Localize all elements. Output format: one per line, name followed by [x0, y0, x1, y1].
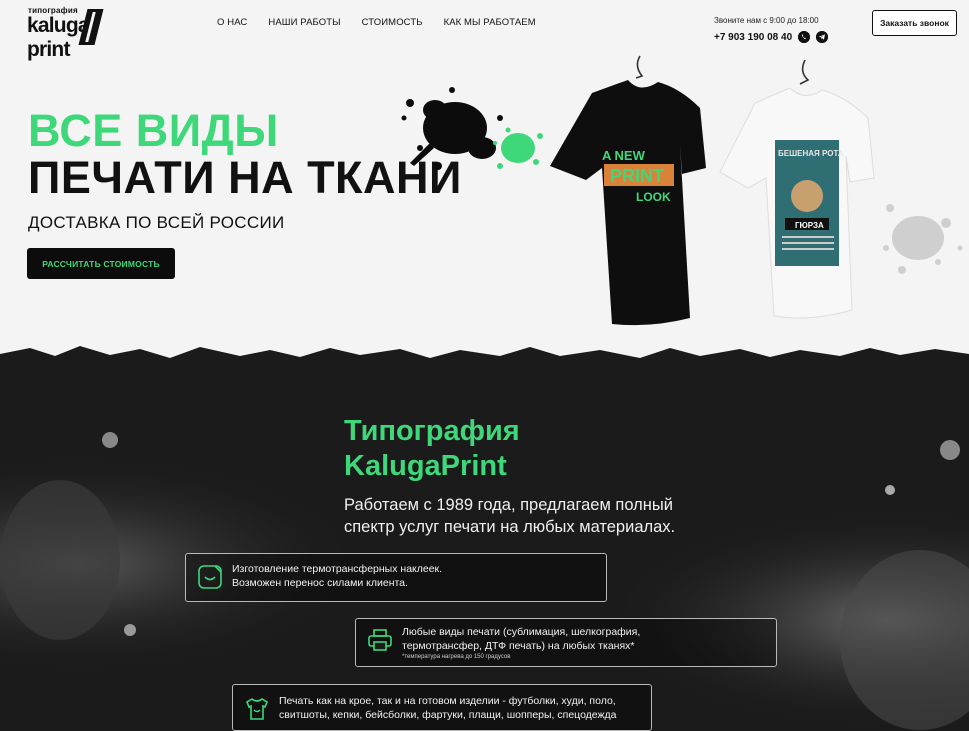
grey-ink-splash-icon	[883, 204, 963, 274]
site-header: типография kalugaprint О НАС НАШИ РАБОТЫ…	[0, 0, 969, 61]
hero-title-accent: ВСЕ ВИДЫ	[28, 105, 279, 156]
feature-printing-note: *температура нагрева до 150 градусов	[402, 654, 511, 661]
logo-wordmark: kalugaprint	[27, 14, 90, 61]
hero-tshirts-illustration: A NEW PRINT LOOK БЕШЕНАЯ РОТА ГЮРЗА	[401, 55, 963, 326]
contact-block: Звоните нам с 9:00 до 18:00 +7 903 190 0…	[714, 16, 834, 43]
white-tshirt-image: БЕШЕНАЯ РОТА ГЮРЗА	[719, 59, 875, 319]
feature-stickers-line1: Изготовление термотрансферных наклеек.	[232, 563, 443, 575]
hero-subtitle: ДОСТАВКА ПО ВСЕЙ РОССИИ	[28, 213, 285, 232]
feature-stickers-line2: Возможен перенос силами клиента.	[232, 576, 408, 589]
calculate-cost-button[interactable]: РАССЧИТАТЬ СТОИМОСТЬ	[27, 248, 175, 279]
feature-card-printing: Любые виды печати (сублимация, шелкограф…	[355, 618, 777, 667]
svg-text:БЕШЕНАЯ РОТА: БЕШЕНАЯ РОТА	[778, 149, 844, 158]
svg-text:PRINT: PRINT	[610, 166, 664, 186]
feature-garments-line2: свитшоты, кепки, бейсболки, фартуки, пла…	[279, 708, 617, 721]
black-ink-splash-icon	[401, 87, 503, 170]
about-description: Работаем с 1989 года, предлагаем полный …	[344, 496, 676, 537]
svg-text:ГЮРЗА: ГЮРЗА	[795, 221, 824, 230]
svg-text:LOOK: LOOK	[636, 190, 671, 204]
sticker-icon	[198, 565, 222, 589]
logo[interactable]: типография kalugaprint	[27, 5, 129, 61]
black-tshirt-image: A NEW PRINT LOOK	[550, 55, 706, 326]
about-title: Типография KalugaPrint	[344, 415, 520, 482]
phone-link[interactable]: +7 903 190 08 40	[714, 32, 792, 43]
tshirt-icon	[246, 698, 268, 720]
nav-pricing[interactable]: СТОИМОСТЬ	[362, 17, 423, 28]
svg-text:A NEW: A NEW	[602, 148, 646, 163]
telegram-icon[interactable]	[816, 31, 829, 43]
feature-garments-line1: Печать как на крое, так и на готовом изд…	[279, 695, 616, 707]
feature-printing-line1: Любые виды печати (сублимация, шелкограф…	[402, 626, 641, 638]
feature-card-stickers: Изготовление термотрансферных наклеек. В…	[185, 553, 607, 602]
nav-works[interactable]: НАШИ РАБОТЫ	[268, 17, 340, 28]
feature-printing-line2: термотрансфер, ДТФ печать) на любых ткан…	[402, 639, 635, 652]
main-nav: О НАС НАШИ РАБОТЫ СТОИМОСТЬ КАК МЫ РАБОТ…	[217, 17, 557, 28]
whatsapp-icon[interactable]	[798, 31, 811, 43]
nav-about[interactable]: О НАС	[217, 17, 247, 28]
green-ink-splash-icon	[493, 127, 543, 169]
nav-how-we-work[interactable]: КАК МЫ РАБОТАЕМ	[444, 17, 536, 28]
printer-icon	[368, 629, 392, 651]
contact-hours: Звоните нам с 9:00 до 18:00	[714, 16, 819, 25]
feature-card-garments: Печать как на крое, так и на готовом изд…	[232, 684, 652, 731]
request-call-button[interactable]: Заказать звонок	[872, 10, 957, 36]
